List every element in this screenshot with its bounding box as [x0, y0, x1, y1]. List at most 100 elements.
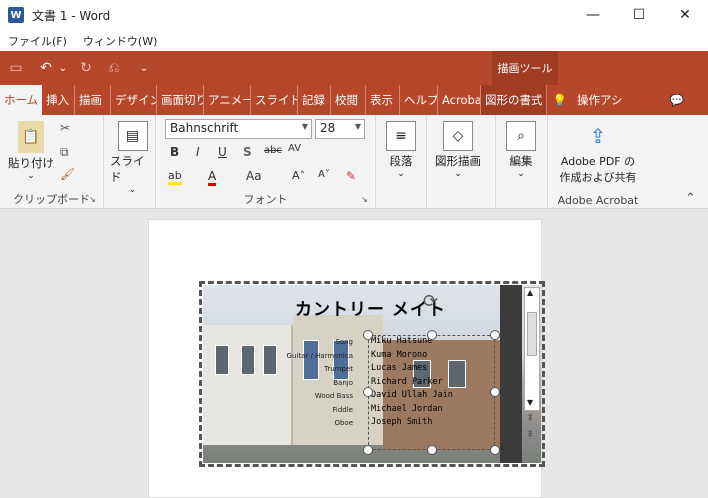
underline-button[interactable]: U	[218, 145, 227, 159]
font-launcher-icon[interactable]: ↘	[361, 195, 368, 204]
format-painter-icon[interactable]: 🖌	[60, 167, 75, 181]
tab-slideshow[interactable]: スライド	[251, 85, 298, 115]
paragraph-label: 段落	[389, 154, 413, 168]
undo-dropdown-icon[interactable]: ⌄	[58, 63, 68, 74]
tab-review[interactable]: 校閲	[331, 85, 366, 115]
scroll-next-page-icon[interactable]: ⇟	[526, 429, 534, 440]
embedded-scrollbar[interactable]: ▲ ▼	[524, 287, 540, 411]
maximize-button[interactable]: ☐	[616, 0, 662, 30]
slide-icon: ▤	[117, 121, 148, 151]
tab-transitions[interactable]: 画面切り	[157, 85, 204, 115]
collapse-ribbon-icon[interactable]: ⌃	[685, 191, 696, 206]
clipboard-launcher-icon[interactable]: ↘	[89, 195, 96, 204]
undo-icon[interactable]: ↶	[34, 60, 58, 76]
clear-format-button[interactable]: ✎	[346, 169, 356, 183]
highlight-button[interactable]: ab	[168, 169, 182, 185]
resize-handle[interactable]	[490, 445, 500, 455]
lightbulb-icon[interactable]: 💡	[547, 85, 573, 115]
editing-label: 編集	[509, 154, 533, 168]
create-pdf-label-2: 作成および共有	[559, 171, 637, 184]
window-pane	[241, 345, 255, 375]
scroll-down-icon[interactable]: ▼	[527, 398, 533, 407]
tab-help[interactable]: ヘルプ	[400, 85, 438, 115]
drawing-dropdown-icon: ⌄	[454, 169, 462, 179]
shadow-button[interactable]: S	[243, 145, 252, 159]
resize-handle[interactable]	[490, 330, 500, 340]
tab-shape-format[interactable]: 図形の書式	[481, 85, 547, 115]
credit-role: Wood Bass	[314, 392, 353, 400]
cut-icon[interactable]: ✂	[60, 121, 70, 135]
tab-draw[interactable]: 描画	[75, 85, 111, 115]
dark-side-bar	[500, 285, 522, 463]
menu-file[interactable]: ファイル(F)	[8, 33, 67, 49]
close-button[interactable]: ✕	[662, 0, 708, 30]
slide-group: ▤ スライド ⌄	[104, 115, 156, 209]
create-pdf-label-1: Adobe PDF の	[560, 155, 636, 168]
tab-animations[interactable]: アニメー	[204, 85, 251, 115]
tell-me-search[interactable]: 操作アシ	[573, 85, 633, 115]
change-case-button[interactable]: Aa	[246, 169, 262, 183]
paragraph-icon: ≡	[386, 121, 416, 151]
create-pdf-button[interactable]: ⇪ Adobe PDF の 作成および共有	[552, 121, 644, 185]
font-group-label: フォント	[243, 193, 288, 206]
tab-record[interactable]: 記録	[298, 85, 331, 115]
scroll-prev-page-icon[interactable]: ⇞	[526, 413, 534, 424]
paste-button[interactable]: 📋 貼り付け ⌄	[8, 121, 54, 181]
resize-handle[interactable]	[427, 330, 437, 340]
credit-role: Trumpet	[324, 365, 353, 373]
tab-design[interactable]: デザイン	[111, 85, 157, 115]
resize-handle[interactable]	[363, 387, 373, 397]
char-spacing-button[interactable]: AV	[288, 143, 301, 154]
font-size-value: 28	[320, 121, 336, 135]
tab-acrobat[interactable]: Acroba	[438, 85, 481, 115]
copy-icon[interactable]: ⧉	[60, 145, 69, 160]
resize-handle[interactable]	[490, 387, 500, 397]
customize-qat-icon[interactable]: ⌄	[132, 63, 156, 74]
italic-button[interactable]: I	[196, 145, 200, 159]
clipboard-group: 📋 貼り付け ⌄ ✂ ⧉ 🖌 クリップボード ↘	[0, 115, 104, 209]
comments-icon[interactable]: 💬	[633, 85, 688, 115]
grow-font-button[interactable]: A˄	[292, 169, 305, 182]
editing-group: ⌕ 編集 ⌄	[496, 115, 548, 209]
font-color-button[interactable]: A	[208, 169, 217, 186]
menu-window[interactable]: ウィンドウ(W)	[83, 33, 157, 49]
slide-dropdown-icon[interactable]: ⌄	[129, 185, 137, 195]
font-name-dropdown-icon: ▼	[301, 122, 308, 131]
resize-handle[interactable]	[427, 445, 437, 455]
paragraph-dropdown-icon: ⌄	[397, 169, 405, 179]
save-icon[interactable]: ▭	[4, 60, 28, 76]
tab-home[interactable]: ホーム	[0, 85, 42, 115]
rotate-handle-icon[interactable]: ⟳	[423, 291, 438, 312]
resize-handle[interactable]	[363, 330, 373, 340]
paragraph-group: ≡ 段落 ⌄	[375, 115, 427, 209]
font-size-select[interactable]: 28 ▼	[315, 119, 365, 139]
text-selection-box[interactable]	[368, 335, 495, 450]
ribbon: 📋 貼り付け ⌄ ✂ ⧉ 🖌 クリップボード ↘ ▤ スライド ⌄ フォント B…	[0, 115, 708, 209]
credit-role: Oboe	[334, 419, 353, 427]
window-title: 文書 1 - Word	[32, 8, 111, 23]
paragraph-button[interactable]: ≡ 段落 ⌄	[386, 121, 416, 179]
window-pane	[333, 340, 349, 380]
title-bar: W 文書 1 - Word — ☐ ✕	[0, 0, 708, 30]
shrink-font-button[interactable]: A˅	[318, 169, 330, 180]
scroll-thumb[interactable]	[527, 312, 537, 356]
strikethrough-button[interactable]: abc	[264, 145, 282, 156]
scroll-up-icon[interactable]: ▲	[527, 288, 533, 297]
font-name-select[interactable]: Bahnschrift ▼	[165, 119, 312, 139]
window-pane	[303, 340, 319, 380]
tab-view[interactable]: 表示	[366, 85, 400, 115]
tab-insert[interactable]: 挿入	[42, 85, 75, 115]
editing-button[interactable]: ⌕ 編集 ⌄	[506, 121, 536, 179]
bold-button[interactable]: B	[170, 145, 179, 159]
credit-role: Guitar / Harmonica	[286, 352, 353, 360]
paste-dropdown-icon[interactable]: ⌄	[27, 171, 35, 181]
redo-icon[interactable]: ↻	[74, 60, 98, 76]
context-tab-header: 描画ツール	[492, 51, 558, 85]
shapes-icon: ◇	[443, 121, 473, 151]
minimize-button[interactable]: —	[570, 0, 616, 30]
resize-handle[interactable]	[363, 445, 373, 455]
slide-button[interactable]: ▤ スライド ⌄	[110, 121, 155, 195]
share-pdf-icon: ⇪	[589, 124, 607, 148]
drawing-button[interactable]: ◇ 図形描画 ⌄	[435, 121, 481, 179]
repeat-icon[interactable]: ⎌	[102, 60, 126, 76]
